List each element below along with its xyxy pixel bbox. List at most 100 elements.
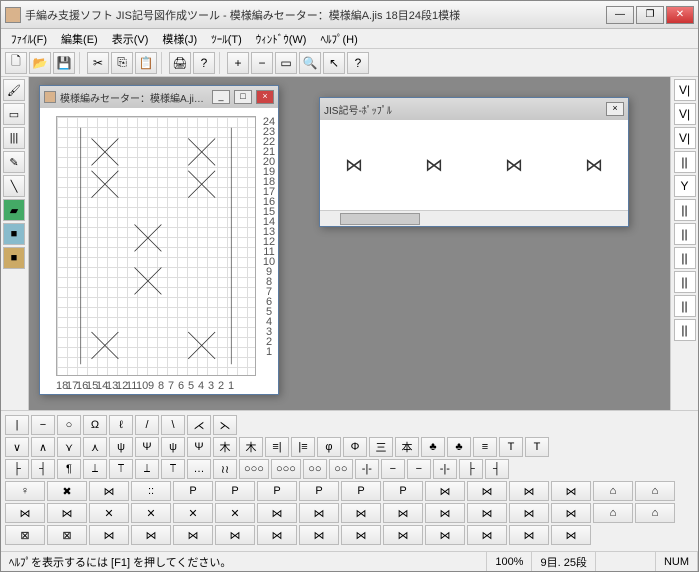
palette-btn-r5-1[interactable]: ⋈: [47, 503, 87, 523]
zoom-in-button[interactable]: +: [227, 52, 249, 74]
palette-btn-r5-12[interactable]: ⋈: [509, 503, 549, 523]
right-tool-g7[interactable]: ||: [674, 223, 696, 245]
pattern-min-button[interactable]: _: [212, 90, 230, 104]
maximize-button[interactable]: ❐: [636, 6, 664, 24]
new-button[interactable]: 🗋: [5, 52, 27, 74]
palette-btn-r1-6[interactable]: \: [161, 415, 185, 435]
palette-btn-r2-4[interactable]: ψ: [109, 437, 133, 457]
palette-btn-r3-18[interactable]: ┤: [485, 459, 509, 479]
palette-btn-r1-8[interactable]: ⋋: [213, 415, 237, 435]
palette-btn-r6-6[interactable]: ⋈: [257, 525, 297, 545]
palette-btn-r2-10[interactable]: ≡|: [265, 437, 289, 457]
palette-btn-r1-0[interactable]: |: [5, 415, 29, 435]
palette-btn-r4-9[interactable]: P: [383, 481, 423, 501]
palette-btn-r4-6[interactable]: P: [257, 481, 297, 501]
paste-button[interactable]: 📋: [135, 52, 157, 74]
palette-btn-r4-3[interactable]: ::: [131, 481, 171, 501]
palette-btn-r6-12[interactable]: ⋈: [509, 525, 549, 545]
menu-window[interactable]: ｳｨﾝﾄﾞｳ(W): [250, 29, 313, 49]
palette-btn-r5-13[interactable]: ⋈: [551, 503, 591, 523]
pointer-button[interactable]: ↖: [323, 52, 345, 74]
palette-btn-r1-2[interactable]: ○: [57, 415, 81, 435]
color1-swatch[interactable]: ■: [3, 223, 25, 245]
palette-btn-r3-5[interactable]: ⟘: [135, 459, 159, 479]
right-tool-g11[interactable]: ||: [674, 319, 696, 341]
stitch-grid[interactable]: [56, 116, 256, 376]
palette-btn-r5-7[interactable]: ⋈: [299, 503, 339, 523]
palette-btn-r2-16[interactable]: ♣: [421, 437, 445, 457]
palette-btn-r4-12[interactable]: ⋈: [509, 481, 549, 501]
menu-pattern[interactable]: 模様(J): [156, 29, 203, 49]
palette-btn-r3-4[interactable]: ⟙: [109, 459, 133, 479]
palette-btn-r3-12[interactable]: ○○: [329, 459, 353, 479]
scrollbar-thumb[interactable]: [340, 213, 420, 225]
right-tool-g10[interactable]: ||: [674, 295, 696, 317]
help-button[interactable]: ?: [193, 52, 215, 74]
palette-btn-r3-8[interactable]: ≀≀: [213, 459, 237, 479]
right-tool-g8[interactable]: ||: [674, 247, 696, 269]
palette-btn-r2-17[interactable]: ♣: [447, 437, 471, 457]
palette-btn-r3-7[interactable]: …: [187, 459, 211, 479]
menu-tool[interactable]: ﾂｰﾙ(T): [205, 29, 248, 49]
palette-btn-r2-6[interactable]: ψ: [161, 437, 185, 457]
palette-btn-r2-18[interactable]: ≡: [473, 437, 497, 457]
symbol-item-2[interactable]: ⋈: [494, 145, 534, 185]
palette-btn-r1-3[interactable]: Ω: [83, 415, 107, 435]
symbol-item-3[interactable]: ⋈: [574, 145, 614, 185]
help-icon[interactable]: ?: [347, 52, 369, 74]
palette-btn-r5-15[interactable]: ⌂: [635, 503, 675, 523]
menu-file[interactable]: ﾌｧｲﾙ(F): [5, 29, 53, 49]
symbol-window-titlebar[interactable]: JIS記号-ﾎﾟｯﾌﾟﾙ ×: [320, 98, 628, 120]
line-tool[interactable]: ╲: [3, 175, 25, 197]
palette-btn-r2-3[interactable]: ⋏: [83, 437, 107, 457]
palette-btn-r2-12[interactable]: φ: [317, 437, 341, 457]
symbol-item-0[interactable]: ⋈: [334, 145, 374, 185]
save-button[interactable]: 💾: [53, 52, 75, 74]
symbol-scrollbar[interactable]: [320, 210, 628, 226]
palette-btn-r6-0[interactable]: ⊠: [5, 525, 45, 545]
palette-btn-r5-9[interactable]: ⋈: [383, 503, 423, 523]
palette-btn-r3-1[interactable]: ┤: [31, 459, 55, 479]
menu-view[interactable]: 表示(V): [106, 29, 155, 49]
palette-btn-r1-5[interactable]: /: [135, 415, 159, 435]
palette-btn-r3-13[interactable]: -|-: [355, 459, 379, 479]
palette-btn-r6-10[interactable]: ⋈: [425, 525, 465, 545]
pattern-close-button[interactable]: ×: [256, 90, 274, 104]
right-tool-g1[interactable]: V|: [674, 79, 696, 101]
palette-btn-r4-0[interactable]: ♀: [5, 481, 45, 501]
palette-btn-r5-14[interactable]: ⌂: [593, 503, 633, 523]
palette-btn-r5-8[interactable]: ⋈: [341, 503, 381, 523]
symbol-item-1[interactable]: ⋈: [414, 145, 454, 185]
palette-btn-r3-14[interactable]: −: [381, 459, 405, 479]
palette-btn-r2-13[interactable]: Φ: [343, 437, 367, 457]
cut-button[interactable]: ✂: [87, 52, 109, 74]
palette-btn-r6-4[interactable]: ⋈: [173, 525, 213, 545]
symbol-close-button[interactable]: ×: [606, 102, 624, 116]
copy-button[interactable]: ⎘: [111, 52, 133, 74]
right-tool-g2[interactable]: V|: [674, 103, 696, 125]
select-button[interactable]: ▭: [275, 52, 297, 74]
right-tool-g5[interactable]: Y: [674, 175, 696, 197]
palette-btn-r4-11[interactable]: ⋈: [467, 481, 507, 501]
palette-btn-r3-2[interactable]: ¶: [57, 459, 81, 479]
stitch-tool[interactable]: |||: [3, 127, 25, 149]
pattern-max-button[interactable]: □: [234, 90, 252, 104]
palette-btn-r2-19[interactable]: T: [499, 437, 523, 457]
palette-btn-r2-2[interactable]: ⋎: [57, 437, 81, 457]
palette-btn-r4-7[interactable]: P: [299, 481, 339, 501]
palette-btn-r3-9[interactable]: ○○○: [239, 459, 269, 479]
pattern-window-titlebar[interactable]: 模様編みセーター：模様編A.jis 18目… _ □ ×: [40, 86, 278, 108]
palette-btn-r2-15[interactable]: 本: [395, 437, 419, 457]
palette-btn-r3-17[interactable]: ├: [459, 459, 483, 479]
palette-btn-r5-2[interactable]: ✕: [89, 503, 129, 523]
palette-btn-r5-6[interactable]: ⋈: [257, 503, 297, 523]
palette-btn-r4-10[interactable]: ⋈: [425, 481, 465, 501]
palette-btn-r6-11[interactable]: ⋈: [467, 525, 507, 545]
palette-btn-r2-14[interactable]: 三: [369, 437, 393, 457]
close-button[interactable]: ✕: [666, 6, 694, 24]
right-tool-g3[interactable]: V|: [674, 127, 696, 149]
palette-btn-r6-13[interactable]: ⋈: [551, 525, 591, 545]
palette-btn-r2-11[interactable]: |≡: [291, 437, 315, 457]
palette-btn-r3-0[interactable]: ├: [5, 459, 29, 479]
zoom-out-button[interactable]: −: [251, 52, 273, 74]
